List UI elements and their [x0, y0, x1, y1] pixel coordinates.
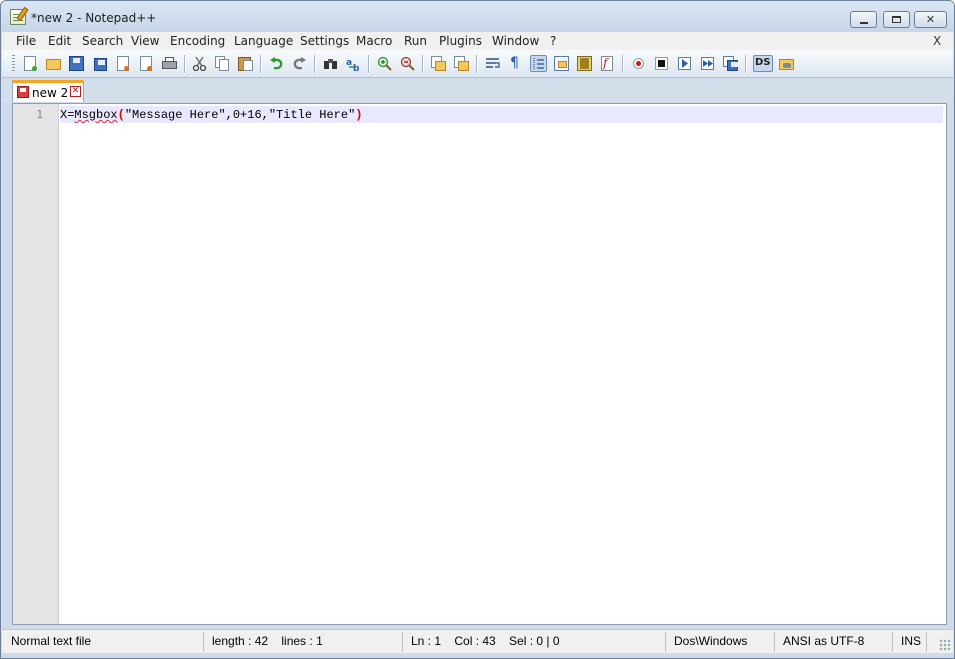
maximize-button[interactable] [883, 11, 910, 28]
resize-grip[interactable] [939, 639, 951, 651]
menu-help[interactable]: ? [550, 34, 556, 48]
zoom-out-icon [400, 56, 415, 71]
doc-map-button[interactable] [576, 55, 593, 72]
svg-text:b: b [353, 64, 360, 72]
minimize-icon [859, 21, 868, 24]
menu-plugins[interactable]: Plugins [439, 34, 482, 48]
status-file-type: Normal text file [3, 632, 204, 652]
show-all-chars-button[interactable]: ¶ [507, 55, 524, 72]
open-file-button[interactable] [45, 55, 62, 72]
save-icon [69, 56, 84, 71]
save-button[interactable] [68, 55, 85, 72]
sync-horizontal-button[interactable] [453, 55, 470, 72]
stop-record-button[interactable] [653, 55, 670, 72]
notepad-plus-plus-window: *new 2 - Notepad++ ✕ File Edit Search Vi… [0, 0, 955, 659]
toolbar-grip[interactable] [12, 55, 15, 73]
find-button[interactable] [322, 55, 339, 72]
cut-button[interactable] [191, 55, 208, 72]
sync-vertical-button[interactable] [430, 55, 447, 72]
zoom-out-button[interactable] [399, 55, 416, 72]
zoom-in-icon [377, 56, 392, 71]
tab-label: new 2 [32, 86, 69, 100]
redo-icon [293, 57, 306, 70]
menu-search[interactable]: Search [82, 34, 123, 48]
status-position: Ln : 1 Col : 43 Sel : 0 | 0 [403, 632, 666, 652]
tab-close-icon[interactable]: ✕ [70, 86, 81, 97]
notepad-app-icon [10, 9, 26, 25]
close-window-button[interactable]: ✕ [914, 11, 947, 28]
minimize-button[interactable] [850, 11, 877, 28]
indent-guide-button[interactable] [530, 55, 547, 72]
menu-file[interactable]: File [16, 34, 36, 48]
menu-run[interactable]: Run [404, 34, 427, 48]
title-bar[interactable]: *new 2 - Notepad++ ✕ [1, 1, 954, 32]
find-icon [324, 59, 337, 69]
code-prefix: X= [60, 108, 75, 122]
code-misspelled-word: Msgbox [74, 108, 118, 122]
save-macro-button[interactable] [722, 55, 739, 72]
show-all-chars-icon: ¶ [510, 55, 519, 71]
code-line[interactable]: X=Msgbox("Message Here",0+16,"Title Here… [60, 108, 362, 122]
function-list-button[interactable]: f [599, 55, 616, 72]
play-macro-button[interactable] [676, 55, 693, 72]
close-icon: ✕ [925, 13, 936, 26]
ds-plugin-button[interactable]: DS [753, 55, 773, 72]
word-wrap-icon [486, 58, 500, 68]
ds-plugin-icon: DS [755, 57, 771, 68]
zoom-in-button[interactable] [376, 55, 393, 72]
menu-bar: File Edit Search View Encoding Language … [2, 32, 953, 50]
status-insert-mode: INS [893, 632, 927, 652]
menu-window[interactable]: Window [492, 34, 539, 48]
save-all-icon [94, 58, 107, 71]
unsaved-file-icon [17, 86, 29, 98]
menu-language[interactable]: Language [234, 34, 293, 48]
code-open-paren: ( [117, 108, 125, 122]
redo-button[interactable] [291, 55, 308, 72]
line-number: 1 [36, 108, 43, 121]
line-number-gutter: 1 [13, 104, 59, 624]
undo-button[interactable] [268, 55, 285, 72]
status-eol: Dos\Windows [666, 632, 775, 652]
menu-view[interactable]: View [131, 34, 159, 48]
undo-icon [270, 57, 283, 70]
new-file-button[interactable] [22, 55, 39, 72]
tab-new-2[interactable]: new 2 ✕ [12, 80, 84, 102]
status-bar: Normal text file length : 42 lines : 1 L… [2, 629, 953, 653]
print-icon [162, 61, 177, 69]
status-length-lines: length : 42 lines : 1 [204, 632, 403, 652]
save-all-button[interactable] [91, 55, 108, 72]
tab-bar: new 2 ✕ [2, 79, 953, 102]
paste-button[interactable] [237, 55, 254, 72]
close-file-button[interactable] [115, 55, 132, 72]
open-file-icon [46, 59, 61, 70]
run-macro-multiple-button[interactable] [699, 55, 716, 72]
maximize-icon [892, 16, 901, 23]
menu-edit[interactable]: Edit [48, 34, 71, 48]
word-wrap-button[interactable] [484, 55, 501, 72]
window-title: *new 2 - Notepad++ [31, 11, 157, 25]
indent-guide-icon [533, 58, 544, 70]
replace-button[interactable]: ab [345, 55, 362, 72]
copy-button[interactable] [214, 55, 231, 72]
replace-icon: ab [346, 58, 360, 72]
user-lang-button[interactable] [553, 55, 570, 72]
record-macro-button[interactable] [630, 55, 647, 72]
close-all-button[interactable] [138, 55, 155, 72]
close-document-button[interactable]: X [933, 34, 941, 48]
status-encoding: ANSI as UTF-8 [775, 632, 893, 652]
editor-area[interactable]: 1 X=Msgbox("Message Here",0+16,"Title He… [12, 103, 947, 625]
menu-settings[interactable]: Settings [300, 34, 349, 48]
menu-macro[interactable]: Macro [356, 34, 392, 48]
code-close-paren: ) [355, 108, 363, 122]
code-args: "Message Here",0+16,"Title Here" [124, 108, 356, 122]
cut-icon [192, 56, 207, 71]
toolbar: ab ¶ f DS [2, 50, 953, 78]
menu-encoding[interactable]: Encoding [170, 34, 225, 48]
plugin-toolbar-button[interactable] [778, 55, 795, 72]
print-button[interactable] [161, 55, 178, 72]
